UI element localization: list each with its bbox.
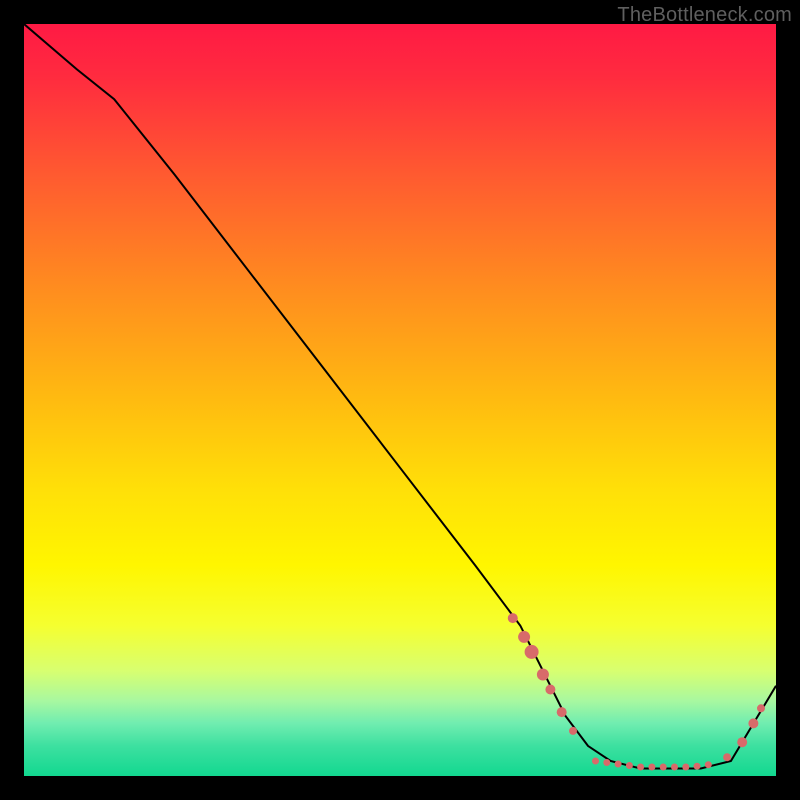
marker-flat-h: [671, 764, 678, 771]
marker-flat-e: [637, 764, 644, 771]
marker-flat-g: [660, 764, 667, 771]
marker-flat-i: [682, 764, 689, 771]
marker-rise-c: [748, 718, 758, 728]
marker-flat-c: [615, 761, 622, 768]
marker-cluster-left-a: [508, 613, 518, 623]
marker-flat-f: [648, 764, 655, 771]
marker-cluster-left-b: [518, 631, 530, 643]
marker-rise-d: [757, 704, 765, 712]
marker-flat-a: [592, 758, 599, 765]
marker-cluster-left-d: [537, 669, 549, 681]
chart-background: [24, 24, 776, 776]
marker-flat-b: [603, 759, 610, 766]
marker-cluster-left-e: [545, 685, 555, 695]
marker-flat-j: [694, 763, 701, 770]
marker-cluster-left-g: [569, 727, 577, 735]
marker-cluster-left-f: [557, 707, 567, 717]
marker-flat-k: [705, 761, 712, 768]
marker-cluster-left-c: [525, 645, 539, 659]
marker-rise-a: [723, 753, 731, 761]
bottleneck-chart-svg: [24, 24, 776, 776]
marker-flat-d: [626, 762, 633, 769]
marker-rise-b: [737, 737, 747, 747]
chart-area: [24, 24, 776, 776]
attribution-text: TheBottleneck.com: [617, 4, 792, 27]
